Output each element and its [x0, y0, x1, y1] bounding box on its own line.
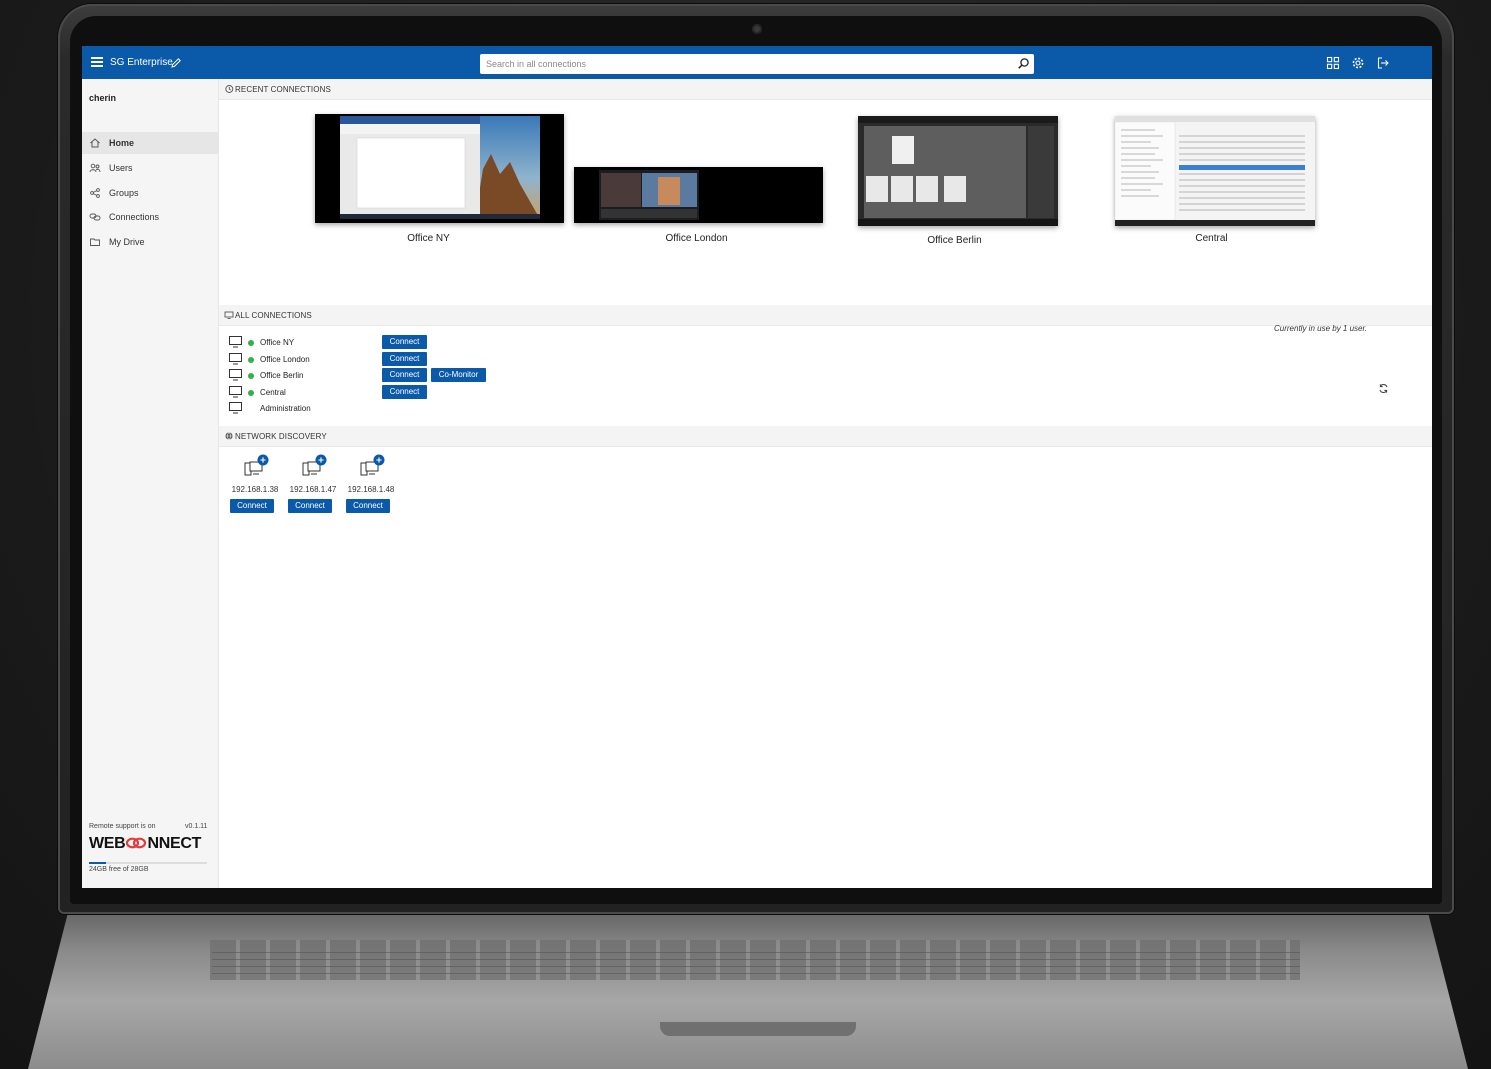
recent-thumbnail-office-ny[interactable] — [315, 114, 564, 223]
sidebar-item-label: Connections — [109, 212, 160, 222]
monitor-icon — [229, 402, 242, 414]
monitor-icon — [224, 311, 234, 319]
sidebar: cherin Home Users Groups Connections My … — [82, 79, 219, 888]
sidebar-item-label: Home — [109, 138, 135, 148]
connection-name: Office NY — [260, 338, 295, 347]
gear-icon[interactable] — [1351, 56, 1365, 70]
desktop-preview — [315, 114, 564, 223]
refresh-icon[interactable] — [1378, 383, 1389, 394]
sidebar-item-label: Users — [109, 163, 133, 173]
discovered-device: 192.168.1.47 Connect — [285, 452, 341, 522]
menu-icon[interactable] — [91, 57, 103, 67]
sidebar-item-home[interactable]: Home — [82, 132, 218, 154]
recent-label: Office London — [665, 233, 728, 244]
app-version: v0.1.11 — [185, 823, 208, 830]
sidebar-item-label: Groups — [109, 188, 139, 198]
folder-icon — [90, 238, 100, 246]
device-ip: 192.168.1.38 — [231, 485, 279, 494]
section-title: NETWORK DISCOVERY — [235, 432, 327, 441]
recent-label: Office Berlin — [927, 235, 982, 246]
recent-connections-header: RECENT CONNECTIONS — [219, 79, 1432, 100]
globe-icon — [225, 432, 233, 440]
recent-thumbnail-central[interactable] — [1115, 116, 1315, 226]
app-window: SG Enterprise cherin — [82, 46, 1432, 888]
monitor-icon — [229, 369, 242, 381]
online-status-dot — [248, 390, 254, 396]
groups-icon — [90, 188, 100, 198]
connection-name: Office Berlin — [260, 371, 304, 380]
storage-bar-fill — [89, 862, 106, 864]
add-computer-icon[interactable] — [357, 454, 387, 478]
desktop-preview — [1115, 116, 1315, 226]
connect-button-office-berlin[interactable]: Connect — [382, 368, 427, 382]
monitor-icon — [229, 336, 242, 348]
connection-name: Office London — [260, 355, 310, 364]
top-bar: SG Enterprise — [82, 46, 1432, 79]
logo-link-icon — [126, 837, 147, 849]
desktop-preview — [574, 167, 823, 223]
webconnect-logo: WEB NNECT — [89, 835, 201, 853]
sidebar-item-connections[interactable]: Connections — [82, 206, 218, 228]
recent-label: Central — [1195, 233, 1228, 244]
discovery-connect-button[interactable]: Connect — [346, 499, 390, 513]
discovered-device: 192.168.1.48 Connect — [343, 452, 399, 522]
sidebar-item-my-drive[interactable]: My Drive — [82, 231, 218, 253]
device-ip: 192.168.1.47 — [289, 485, 337, 494]
apps-grid-icon[interactable] — [1326, 56, 1340, 70]
connect-button-central[interactable]: Connect — [382, 385, 427, 399]
brand-name: SG Enterprise — [110, 57, 173, 68]
user-name: cherin — [89, 93, 117, 103]
online-status-dot — [248, 357, 254, 363]
sidebar-item-groups[interactable]: Groups — [82, 182, 218, 204]
network-discovery-header: NETWORK DISCOVERY — [219, 426, 1432, 447]
online-status-dot — [248, 373, 254, 379]
recent-thumbnail-office-berlin[interactable] — [858, 116, 1058, 226]
connect-button-office-london[interactable]: Connect — [382, 352, 427, 366]
sidebar-item-users[interactable]: Users — [82, 157, 218, 179]
monitor-icon — [229, 386, 242, 398]
add-computer-icon[interactable] — [241, 454, 271, 478]
online-status-dot — [248, 340, 254, 346]
storage-bar — [89, 862, 207, 864]
desktop-preview — [858, 116, 1058, 226]
storage-text: 24GB free of 28GB — [89, 866, 149, 873]
connection-row-administration[interactable]: Administration — [229, 402, 549, 416]
monitor-icon — [229, 353, 242, 365]
laptop-hinge — [660, 1022, 856, 1036]
webcam — [752, 24, 762, 34]
history-icon — [225, 85, 234, 93]
logout-icon[interactable] — [1376, 56, 1390, 70]
add-computer-icon[interactable] — [299, 454, 329, 478]
laptop-base — [28, 900, 1468, 1069]
laptop-keyboard-rows — [212, 946, 1300, 976]
users-icon — [89, 163, 101, 173]
all-connections-header: ALL CONNECTIONS — [219, 305, 1432, 326]
home-icon — [90, 138, 100, 148]
discovery-connect-button[interactable]: Connect — [288, 499, 332, 513]
search-input[interactable] — [480, 54, 1034, 74]
connect-button-office-ny[interactable]: Connect — [382, 335, 427, 349]
device-ip: 192.168.1.48 — [347, 485, 395, 494]
remote-support-status: Remote support is on — [89, 823, 156, 830]
recent-thumbnail-office-london[interactable] — [574, 167, 823, 223]
discovery-connect-button[interactable]: Connect — [230, 499, 274, 513]
in-use-status: Currently in use by 1 user. — [1274, 324, 1368, 333]
connections-icon — [89, 213, 101, 221]
section-title: ALL CONNECTIONS — [235, 311, 312, 320]
section-title: RECENT CONNECTIONS — [235, 85, 331, 94]
main-content: RECENT CONNECTIONS Office NY Office Lond… — [219, 79, 1432, 888]
co-monitor-button[interactable]: Co-Monitor — [431, 368, 486, 382]
recent-label: Office NY — [407, 233, 450, 244]
logo-text-left: WEB — [89, 835, 126, 852]
edit-icon[interactable] — [170, 57, 182, 69]
connection-name: Administration — [260, 404, 311, 413]
discovered-device: 192.168.1.38 Connect — [227, 452, 283, 522]
search-icon[interactable] — [1017, 57, 1030, 70]
sidebar-item-label: My Drive — [109, 237, 145, 247]
connection-name: Central — [260, 388, 286, 397]
logo-text-right: NNECT — [147, 835, 202, 852]
